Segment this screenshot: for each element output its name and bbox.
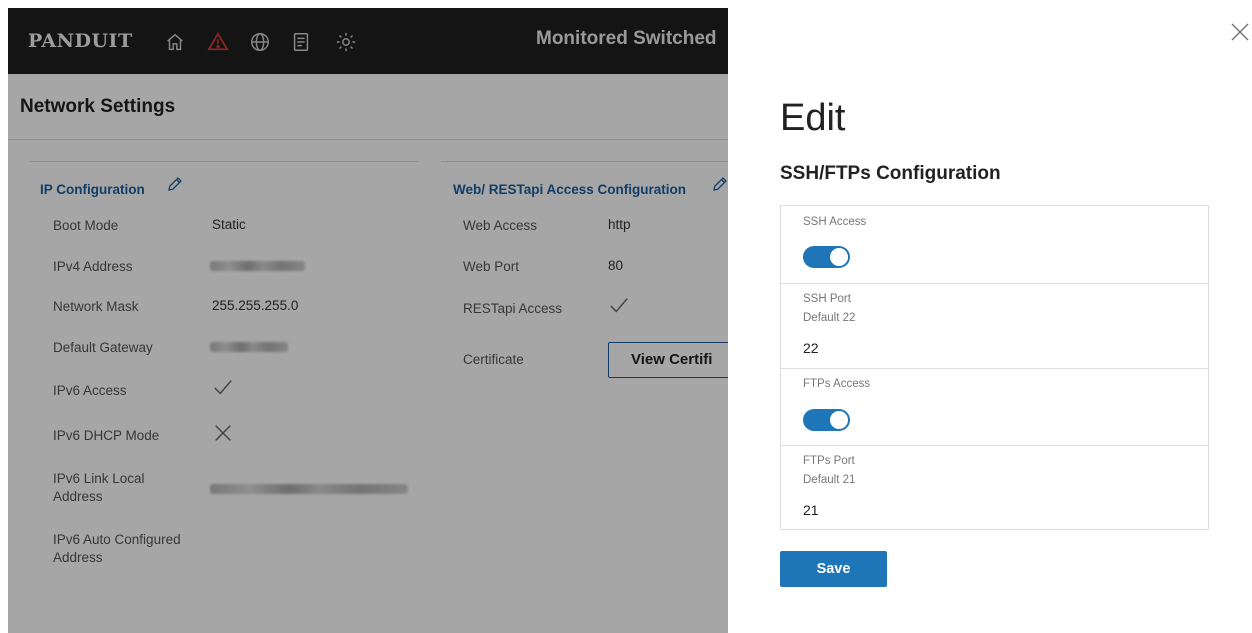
screen: PANDUIT Monitored Switched Network Setti… [0,0,1252,633]
ftps-port-hint: Default 21 [803,474,856,486]
ssh-port-row: SSH Port Default 22 22 [781,284,1208,369]
toggle-knob [829,410,849,430]
ssh-access-label: SSH Access [803,216,867,228]
background-app: PANDUIT Monitored Switched Network Setti… [8,8,728,633]
ssh-port-label: SSH Port [803,293,851,305]
ftps-port-row: FTPs Port Default 21 21 [781,446,1208,530]
ftps-access-row: FTPs Access [781,369,1208,446]
edit-panel-subtitle: SSH/FTPs Configuration [780,163,1001,184]
ssh-ftps-form: SSH Access SSH Port Default 22 22 FTPs A… [780,205,1209,530]
ssh-port-input[interactable]: 22 [803,340,819,356]
edit-panel-title: Edit [780,97,846,139]
ssh-access-toggle[interactable] [803,246,850,268]
ftps-port-label: FTPs Port [803,455,855,467]
close-icon[interactable] [1228,20,1252,44]
ftps-access-toggle[interactable] [803,409,850,431]
save-button[interactable]: Save [780,551,887,587]
ssh-port-hint: Default 22 [803,312,856,324]
ssh-access-row: SSH Access [781,206,1208,284]
ftps-port-input[interactable]: 21 [803,502,819,518]
ftps-access-label: FTPs Access [803,378,871,390]
toggle-knob [829,247,849,267]
modal-backdrop[interactable] [8,8,728,633]
